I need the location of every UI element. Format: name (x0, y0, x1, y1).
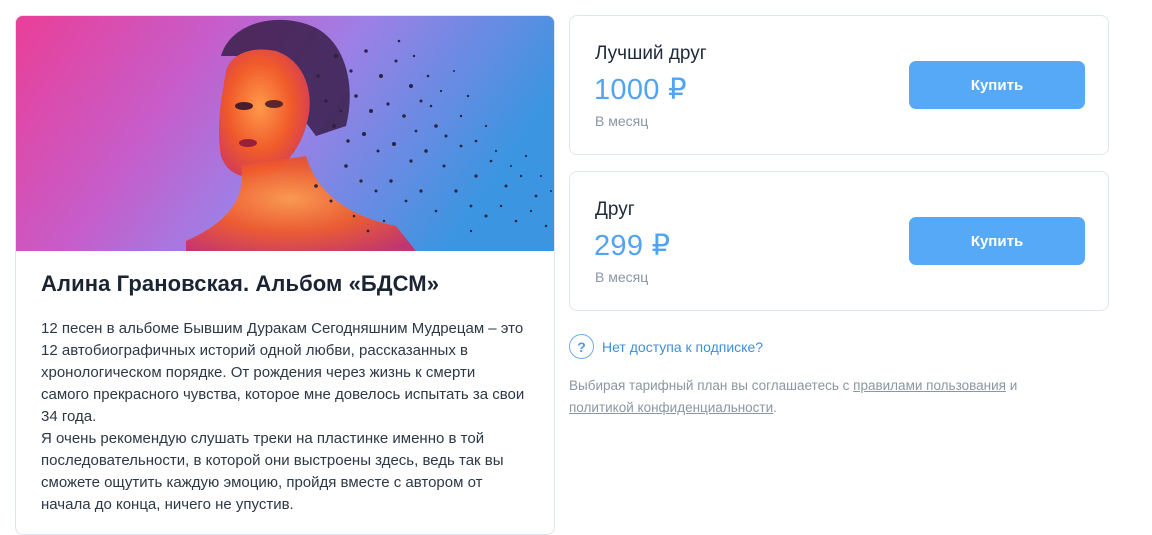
album-description-paragraph: 12 песен в альбоме Бывшим Дуракам Сегодн… (41, 320, 525, 425)
help-icon: ? (569, 334, 594, 359)
cover-artwork (16, 16, 554, 251)
plan-name: Друг (595, 199, 635, 220)
album-description: 12 песен в альбоме Бывшим Дуракам Сегодн… (41, 318, 526, 516)
terms-rules-link[interactable]: правилами пользования (853, 378, 1006, 393)
plan-price: 1000 ₽ (594, 74, 687, 106)
plan-name: Лучший друг (595, 43, 707, 64)
no-access-link[interactable]: ? Нет доступа к подписке? (569, 334, 763, 359)
album-info: Алина Грановская. Альбом «БДСМ» 12 песен… (16, 251, 554, 516)
terms-privacy-link[interactable]: политикой конфиденциальности (569, 400, 773, 415)
terms-suffix: . (773, 400, 777, 415)
buy-button-best-friend[interactable]: Купить (909, 61, 1085, 109)
no-access-label: Нет доступа к подписке? (602, 338, 764, 355)
album-card: Алина Грановская. Альбом «БДСМ» 12 песен… (15, 15, 555, 535)
terms-middle: и (1005, 378, 1018, 393)
terms-prefix: Выбирая тарифный план вы соглашаетесь с (569, 378, 854, 393)
album-description-paragraph: Я очень рекомендую слушать треки на плас… (41, 430, 504, 513)
plan-card-best-friend: Лучший друг 1000 ₽ В месяц Купить (569, 15, 1109, 155)
terms-notice: Выбирая тарифный план вы соглашаетесь с … (569, 375, 1109, 419)
plan-period: В месяц (595, 269, 649, 285)
plan-period: В месяц (595, 113, 649, 129)
album-cover-image (16, 16, 554, 251)
plan-card-friend: Друг 299 ₽ В месяц Купить (569, 171, 1109, 311)
buy-button-friend[interactable]: Купить (909, 217, 1085, 265)
album-title: Алина Грановская. Альбом «БДСМ» (41, 271, 440, 296)
plan-price: 299 ₽ (594, 230, 671, 262)
